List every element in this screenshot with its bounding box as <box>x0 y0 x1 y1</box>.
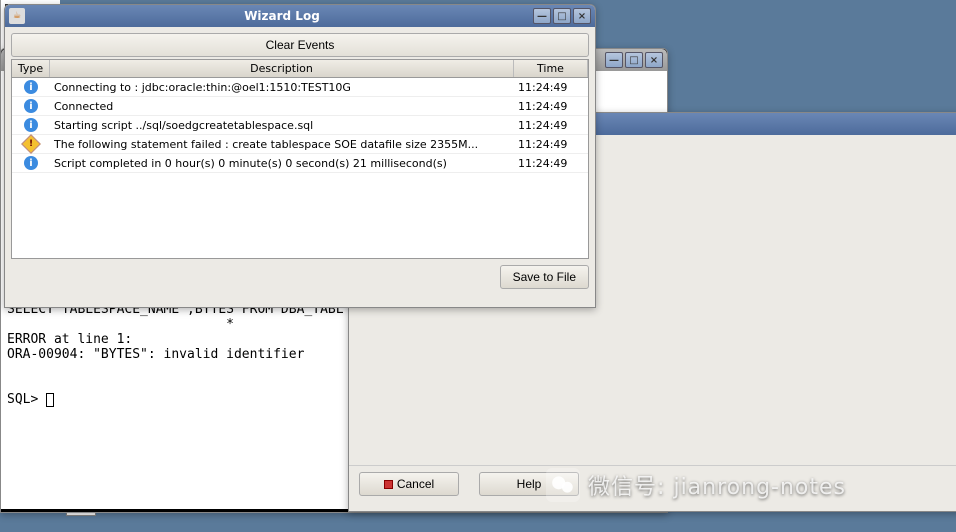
row-time: 11:24:49 <box>514 100 588 113</box>
row-description: The following statement failed : create … <box>50 138 514 151</box>
close-button[interactable]: × <box>573 8 591 24</box>
save-to-file-button[interactable]: Save to File <box>500 265 589 289</box>
row-time: 11:24:49 <box>514 157 588 170</box>
log-table-header: Type Description Time <box>12 60 588 78</box>
row-time: 11:24:49 <box>514 81 588 94</box>
row-description: Starting script ../sql/soedgcreatetables… <box>50 119 514 132</box>
info-icon: i <box>24 156 38 170</box>
row-description: Connecting to : jdbc:oracle:thin:@oel1:1… <box>50 81 514 94</box>
log-table: Type Description Time i Connecting to : j… <box>11 59 589 259</box>
info-icon: i <box>24 118 38 132</box>
cursor-icon <box>46 393 54 407</box>
table-row[interactable]: ! The following statement failed : create… <box>12 135 588 154</box>
row-time: 11:24:49 <box>514 138 588 151</box>
info-icon: i <box>24 80 38 94</box>
row-time: 11:24:49 <box>514 119 588 132</box>
table-row[interactable]: i Connected11:24:49 <box>12 97 588 116</box>
cancel-button[interactable]: Cancel <box>359 472 459 496</box>
table-row[interactable]: i Script completed in 0 hour(s) 0 minute(… <box>12 154 588 173</box>
wizard-log-titlebar[interactable]: ☕ Wizard Log — □ × <box>5 5 595 27</box>
table-row[interactable]: i Connecting to : jdbc:oracle:thin:@oel1:… <box>12 78 588 97</box>
row-description: Connected <box>50 100 514 113</box>
close-button[interactable]: × <box>645 52 663 68</box>
table-row[interactable]: i Starting script ../sql/soedgcreatetable… <box>12 116 588 135</box>
minimize-button[interactable]: — <box>533 8 551 24</box>
col-type[interactable]: Type <box>12 60 50 77</box>
stop-icon <box>384 480 393 489</box>
col-desc[interactable]: Description <box>50 60 514 77</box>
minimize-button[interactable]: — <box>605 52 623 68</box>
watermark: 微信号: jianrong-notes <box>546 468 846 502</box>
clear-events-button[interactable]: Clear Events <box>11 33 589 57</box>
warning-icon: ! <box>21 134 41 154</box>
info-icon: i <box>24 99 38 113</box>
wizard-log-window[interactable]: ☕ Wizard Log — □ × Clear Events Type Des… <box>4 4 596 308</box>
wizard-log-title: Wizard Log <box>31 9 533 23</box>
wechat-icon <box>546 468 580 502</box>
col-time[interactable]: Time <box>514 60 588 77</box>
maximize-button[interactable]: □ <box>625 52 643 68</box>
maximize-button[interactable]: □ <box>553 8 571 24</box>
row-description: Script completed in 0 hour(s) 0 minute(s… <box>50 157 514 170</box>
java-icon: ☕ <box>9 8 25 24</box>
